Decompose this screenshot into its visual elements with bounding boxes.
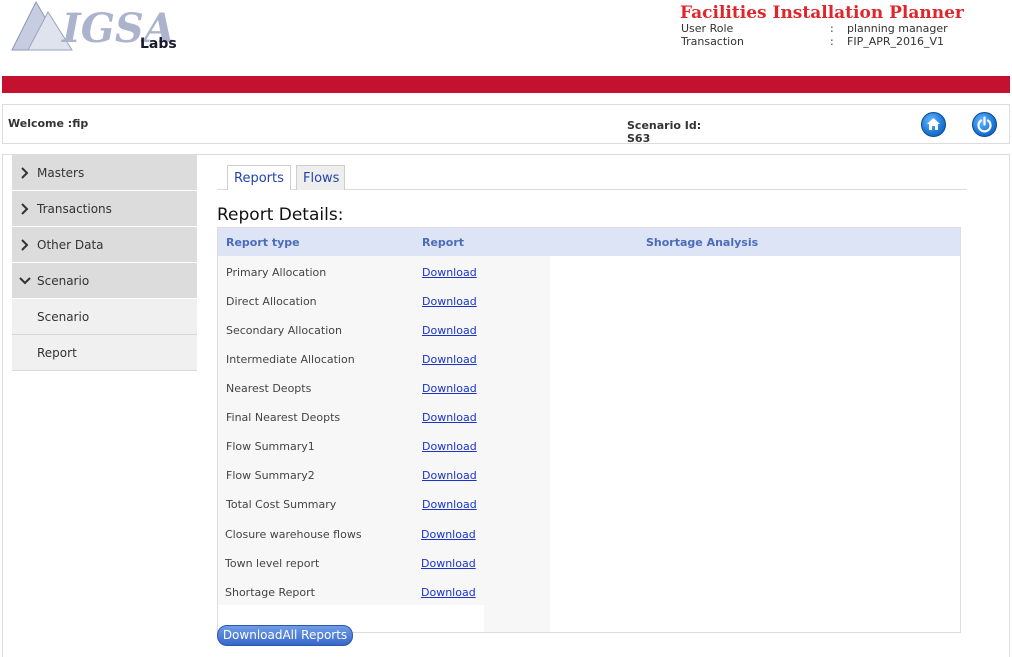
download-link[interactable]: Download	[422, 469, 477, 482]
app-title: Facilities Installation Planner	[680, 3, 964, 23]
sidebar-item-label: Other Data	[37, 238, 104, 252]
igsa-labs-logo: IGSA Labs	[8, 0, 178, 56]
report-type: Shortage Report	[225, 586, 315, 599]
table-row: Direct Allocation Download	[218, 286, 550, 315]
table-row: Intermediate Allocation Download	[218, 344, 550, 373]
table-row: Flow Summary1 Download	[218, 431, 550, 460]
chevron-down-icon	[19, 277, 31, 285]
download-all-reports-button[interactable]: DownloadAll Reports	[217, 625, 353, 646]
sidebar-item-label: Scenario	[37, 274, 90, 288]
report-type: Final Nearest Deopts	[226, 411, 341, 424]
chevron-right-icon	[21, 203, 29, 215]
column-header-report-type: Report type	[226, 236, 300, 249]
report-type: Intermediate Allocation	[226, 353, 355, 366]
download-link[interactable]: Download	[422, 440, 477, 453]
download-link[interactable]: Download	[422, 411, 477, 424]
column-header-shortage-analysis: Shortage Analysis	[646, 236, 759, 249]
download-link[interactable]: Download	[422, 498, 477, 511]
transaction-value: FIP_APR_2016_V1	[847, 35, 945, 48]
report-type: Closure warehouse flows	[225, 528, 362, 541]
table-header: Report type Report Shortage Analysis	[218, 228, 960, 256]
table-row: Total Cost Summary Download	[218, 489, 550, 518]
table-row: Town level report Download	[218, 548, 484, 577]
table-row: Closure warehouse flows Download	[218, 519, 484, 548]
user-role-separator: :	[830, 22, 834, 35]
user-role-value: planning manager	[847, 22, 948, 35]
download-link[interactable]: Download	[421, 528, 476, 541]
report-type: Primary Allocation	[226, 266, 327, 279]
report-details-heading: Report Details:	[217, 205, 344, 225]
report-type: Flow Summary1	[226, 440, 315, 453]
download-link[interactable]: Download	[422, 353, 477, 366]
table-row: Nearest Deopts Download	[218, 373, 550, 402]
power-icon	[977, 116, 992, 133]
sidebar-item-masters[interactable]: Masters	[12, 155, 197, 191]
table-row: Flow Summary2 Download	[218, 460, 550, 489]
user-role-label: User Role	[681, 22, 734, 35]
table-row: Shortage Report Download	[218, 577, 484, 606]
report-type: Secondary Allocation	[226, 324, 342, 337]
sidebar-item-label: Transactions	[37, 202, 112, 216]
download-link[interactable]: Download	[422, 382, 477, 395]
sidebar-item-scenario[interactable]: Scenario	[12, 263, 197, 299]
home-icon	[927, 118, 940, 130]
tab-flows[interactable]: Flows	[296, 165, 345, 190]
table-row: Final Nearest Deopts Download	[218, 402, 550, 431]
sidebar-item-other-data[interactable]: Other Data	[12, 227, 197, 263]
chevron-right-icon	[21, 167, 29, 179]
home-button[interactable]	[921, 112, 946, 137]
download-link[interactable]: Download	[422, 266, 477, 279]
svg-text:Labs: Labs	[140, 36, 177, 52]
chevron-right-icon	[21, 239, 29, 251]
report-type: Direct Allocation	[226, 295, 317, 308]
column-header-report: Report	[422, 236, 465, 249]
download-link[interactable]: Download	[421, 557, 476, 570]
report-type: Flow Summary2	[226, 469, 315, 482]
transaction-separator: :	[830, 35, 834, 48]
sidebar: Masters Transactions Other Data Scenario…	[12, 155, 197, 371]
table-row: Secondary Allocation Download	[218, 315, 550, 344]
report-table: Report type Report Shortage Analysis Pri…	[217, 227, 961, 633]
brand-bar	[2, 76, 1010, 93]
scenario-id-label: Scenario Id:	[627, 119, 702, 132]
report-type: Total Cost Summary	[226, 498, 337, 511]
report-type: Nearest Deopts	[226, 382, 312, 395]
download-link[interactable]: Download	[422, 324, 477, 337]
welcome-text: Welcome :fip	[8, 117, 89, 130]
sidebar-item-label: Masters	[37, 166, 85, 180]
sidebar-subitem-label: Report	[37, 346, 77, 360]
sidebar-item-transactions[interactable]: Transactions	[12, 191, 197, 227]
sidebar-subitem-report[interactable]: Report	[12, 335, 197, 371]
download-link[interactable]: Download	[422, 295, 477, 308]
table-row: Primary Allocation Download	[218, 257, 550, 286]
tab-reports[interactable]: Reports	[227, 165, 291, 190]
report-type: Town level report	[225, 557, 320, 570]
download-link[interactable]: Download	[421, 586, 476, 599]
sidebar-subitem-scenario[interactable]: Scenario	[12, 299, 197, 335]
sidebar-subitem-label: Scenario	[37, 310, 90, 324]
logout-button[interactable]	[972, 112, 997, 137]
scenario-id-value: S63	[627, 132, 651, 145]
transaction-label: Transaction	[681, 35, 744, 48]
welcome-bar: Welcome :fip Scenario Id: S63	[2, 104, 1010, 145]
